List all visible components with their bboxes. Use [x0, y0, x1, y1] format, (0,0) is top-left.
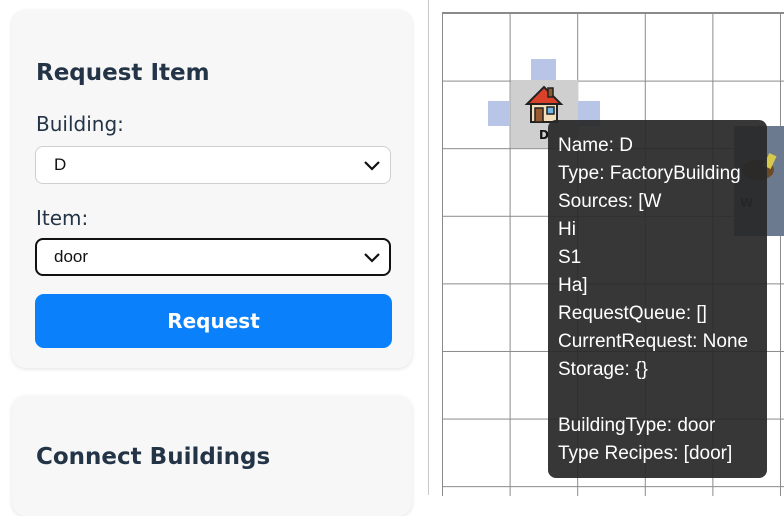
building-tooltip: Name: D Type: FactoryBuilding Sources: […	[548, 120, 767, 478]
chevron-down-icon	[364, 253, 380, 263]
chevron-down-icon	[364, 161, 380, 171]
tooltip-line: Sources: [W	[558, 191, 662, 212]
connect-buildings-title: Connect Buildings	[36, 444, 271, 470]
item-select[interactable]: door	[35, 238, 391, 276]
tooltip-line	[558, 384, 757, 412]
adjacent-highlight	[488, 101, 510, 126]
control-sidebar: Request Item Building: D Item: door Requ…	[0, 0, 428, 516]
panel-divider	[428, 0, 429, 495]
tooltip-line: RequestQueue: []	[558, 303, 707, 324]
tooltip-line: Type Recipes: [door]	[558, 443, 733, 464]
request-item-title: Request Item	[36, 60, 210, 86]
tooltip-line: Storage: {}	[558, 359, 648, 380]
request-button[interactable]: Request	[35, 294, 392, 348]
tooltip-line: CurrentRequest: None	[558, 331, 749, 352]
request-item-card: Request Item Building: D Item: door Requ…	[12, 10, 412, 368]
item-label: Item:	[36, 206, 89, 230]
item-select-value: door	[54, 247, 89, 266]
building-label: Building:	[36, 112, 124, 136]
tooltip-line: Hi	[558, 219, 576, 240]
building-select-value: D	[54, 155, 67, 174]
connect-buildings-card: Connect Buildings	[12, 396, 412, 516]
building-select[interactable]: D	[35, 146, 391, 184]
adjacent-highlight	[531, 59, 556, 80]
tooltip-line: Name: D	[558, 135, 633, 156]
tooltip-line: Type: FactoryBuilding	[558, 163, 741, 184]
tooltip-line: BuildingType: door	[558, 415, 716, 436]
tooltip-line: S1	[558, 247, 582, 268]
tooltip-line: Ha]	[558, 275, 588, 296]
